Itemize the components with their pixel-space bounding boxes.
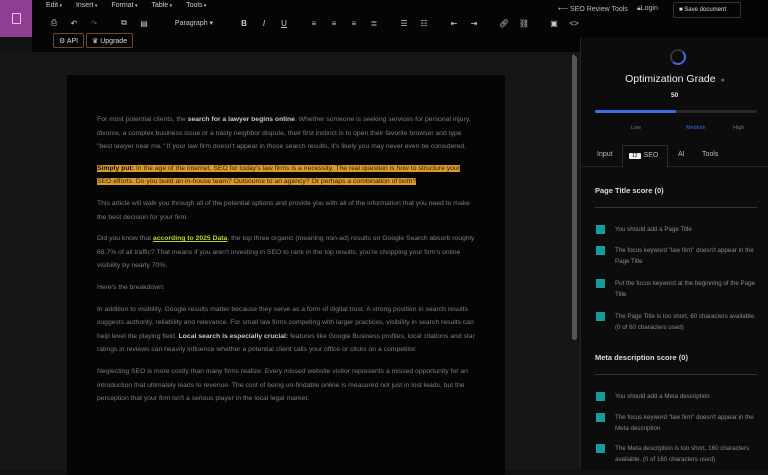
paragraph-3: This article will walk you through all o… [97,199,470,221]
save-label: Save document [684,7,726,13]
check-item: You should add a Meta description [596,391,761,402]
divider [595,207,757,208]
format-toolbar: ⎙ ↶ ↷ ⧉ ▤ Paragraph ▾ B I U ≡ ≡ ≡ ≣ ☰ ☷ … [44,18,584,28]
upgrade-button[interactable]: ♛ Upgrade [86,33,134,48]
checkbox-icon [596,444,605,453]
paste-icon[interactable]: ▤ [134,19,154,28]
seo-tools-label: SEO Review Tools [570,6,628,13]
login-label: Login [640,5,658,12]
check-item: The Meta description is too short, 160 c… [596,443,761,465]
checkbox-icon [596,279,605,288]
paragraph-7: Neglecting SEO is more costly than many … [97,367,468,403]
arrow-left-icon: ⟵ [558,6,569,13]
redo-icon[interactable]: ↷ [84,19,104,28]
grade-fill [595,110,676,113]
menu-table[interactable]: Table [151,2,172,9]
editor-scrollbar[interactable] [572,56,577,340]
seo-badge: 12 [629,153,641,159]
seo-label: SEO [643,152,659,159]
document-icon [11,13,21,24]
tab-ai[interactable]: AI [678,151,685,158]
meta-description-score-heading: Meta description score (0) [595,353,688,362]
menu-bar: Edit Insert Format Table Tools [46,2,206,9]
print-icon[interactable]: ⎙ [44,18,64,28]
info-icon[interactable]: ● [721,77,725,84]
paragraph-1: For most potential clients, the search f… [97,116,471,151]
panel-tabs: Input 12 SEO AI Tools [581,145,768,168]
trophy-icon: ♛ [92,38,99,45]
editor-area: For most potential clients, the search f… [0,52,580,475]
check-item: The focus keyword "law firm" doesn't app… [596,245,761,267]
tab-input[interactable]: Input [597,151,613,158]
level-low: Low [631,125,642,131]
upgrade-label: Upgrade [100,38,128,45]
api-label: API [66,38,79,45]
outdent-icon[interactable]: ⇤ [444,19,464,28]
checkbox-icon [596,312,605,321]
app-logo[interactable] [0,0,32,37]
login-link[interactable]: 🔒︎Login [637,5,658,13]
seo-panel: Optimization Grade ● 50 Low Medium High I… [580,37,768,470]
bold-icon[interactable]: B [234,19,254,28]
paragraph-select[interactable]: Paragraph ▾ [164,19,224,27]
save-document-button[interactable]: ■ Save document [673,2,741,18]
check-item: The focus keyword "law firm" doesn't app… [596,412,761,434]
menu-edit[interactable]: Edit [46,2,62,9]
tab-tools[interactable]: Tools [702,151,718,158]
indent-icon[interactable]: ⇥ [464,19,484,28]
italic-icon[interactable]: I [254,19,274,28]
copy-icon[interactable]: ⧉ [114,18,134,28]
checkbox-icon [596,225,605,234]
menu-insert[interactable]: Insert [76,2,97,9]
api-button[interactable]: ⚙ API [53,33,85,48]
grade-value: 50 [671,92,679,99]
folder-icon: ■ [679,7,683,13]
align-right-icon[interactable]: ≡ [344,19,364,28]
check-item: Put the focus keyword at the beginning o… [596,278,761,300]
align-center-icon[interactable]: ≡ [324,19,344,28]
menu-format[interactable]: Format [111,2,137,9]
level-high: High [733,125,745,131]
gear-icon: ⚙ [59,38,66,45]
checkbox-icon [596,246,605,255]
level-medium: Medium [686,125,706,131]
unlink-icon[interactable]: ⛓ [514,19,534,28]
menu-tools[interactable]: Tools [186,2,206,9]
loading-spinner-icon [670,49,686,65]
paragraph-4: Did you know that according to 2025 Data… [97,235,475,270]
undo-icon[interactable]: ↶ [64,19,84,28]
underline-icon[interactable]: U [274,19,294,28]
paragraph-highlighted: Simply put: In the age of the internet, … [97,164,460,186]
page-title-score-heading: Page Title score (0) [595,186,664,195]
bullet-list-icon[interactable]: ☰ [394,19,414,28]
checkbox-icon [596,392,605,401]
seo-review-tools-link[interactable]: ⟵ SEO Review Tools [558,5,628,13]
divider [595,374,757,375]
link-icon[interactable]: 🔗︎ [494,19,514,28]
tab-seo[interactable]: 12 SEO [622,145,668,168]
paragraph-5: Here's the breakdown: [97,283,165,291]
optimization-grade-title: Optimization Grade ● [625,73,725,85]
check-item: The Page Title is too short, 60 characte… [596,311,761,333]
align-justify-icon[interactable]: ≣ [364,19,384,28]
numbered-list-icon[interactable]: ☷ [414,19,434,28]
checkbox-icon [596,413,605,422]
image-icon[interactable]: ▣ [544,19,564,28]
align-left-icon[interactable]: ≡ [304,19,324,28]
code-icon[interactable]: <> [564,19,584,28]
check-item: You should add a Page Title [596,224,761,235]
paragraph-6: In addition to visibility, Google result… [97,305,475,354]
data-link[interactable]: according to 2025 Data [153,235,227,242]
document-page[interactable]: For most potential clients, the search f… [67,75,505,475]
